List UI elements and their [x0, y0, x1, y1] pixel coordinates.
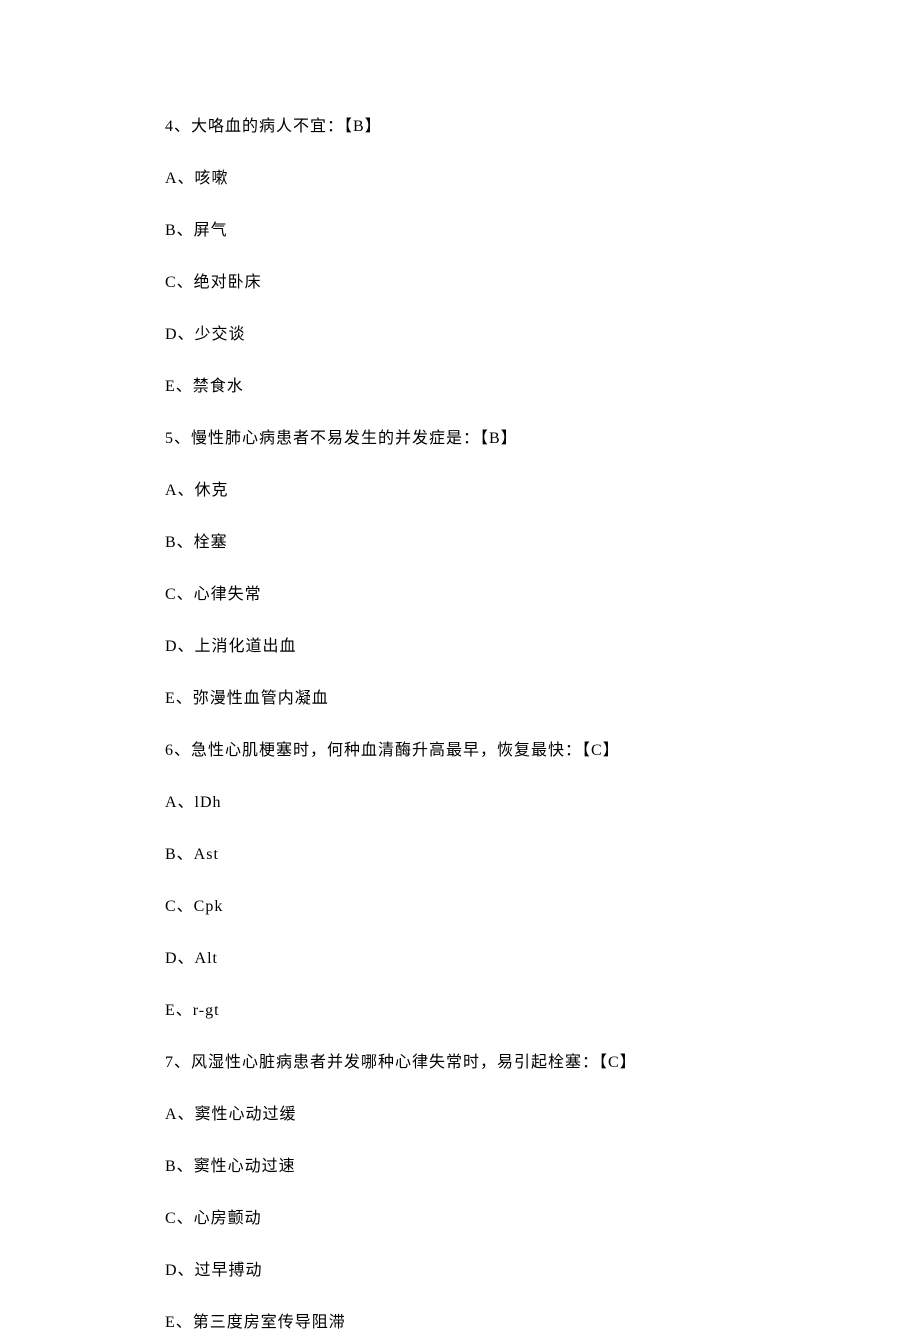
question-option: E、弥漫性血管内凝血 [165, 687, 755, 711]
question-option: B、Ast [165, 843, 755, 867]
question-stem: 6、急性心肌梗塞时，何种血清酶升高最早，恢复最快：【C】 [165, 739, 755, 763]
question-option: B、窦性心动过速 [165, 1155, 755, 1179]
question-option: C、心房颤动 [165, 1207, 755, 1231]
question-option: C、心律失常 [165, 583, 755, 607]
question-stem: 7、风湿性心脏病患者并发哪种心律失常时，易引起栓塞：【C】 [165, 1051, 755, 1075]
question-option: B、栓塞 [165, 531, 755, 555]
question-option: A、lDh [165, 791, 755, 815]
question-option: D、上消化道出血 [165, 635, 755, 659]
question-option: A、窦性心动过缓 [165, 1103, 755, 1127]
question-option: A、咳嗽 [165, 167, 755, 191]
question-option: D、过早搏动 [165, 1259, 755, 1283]
question-option: D、Alt [165, 947, 755, 971]
question-stem: 4、大咯血的病人不宜：【B】 [165, 115, 755, 139]
question-option: D、少交谈 [165, 323, 755, 347]
question-option: E、第三度房室传导阻滞 [165, 1311, 755, 1335]
question-stem: 5、慢性肺心病患者不易发生的并发症是：【B】 [165, 427, 755, 451]
question-option: E、r-gt [165, 999, 755, 1023]
question-option: E、禁食水 [165, 375, 755, 399]
question-option: C、绝对卧床 [165, 271, 755, 295]
question-option: A、休克 [165, 479, 755, 503]
question-option: C、Cpk [165, 895, 755, 919]
question-option: B、屏气 [165, 219, 755, 243]
